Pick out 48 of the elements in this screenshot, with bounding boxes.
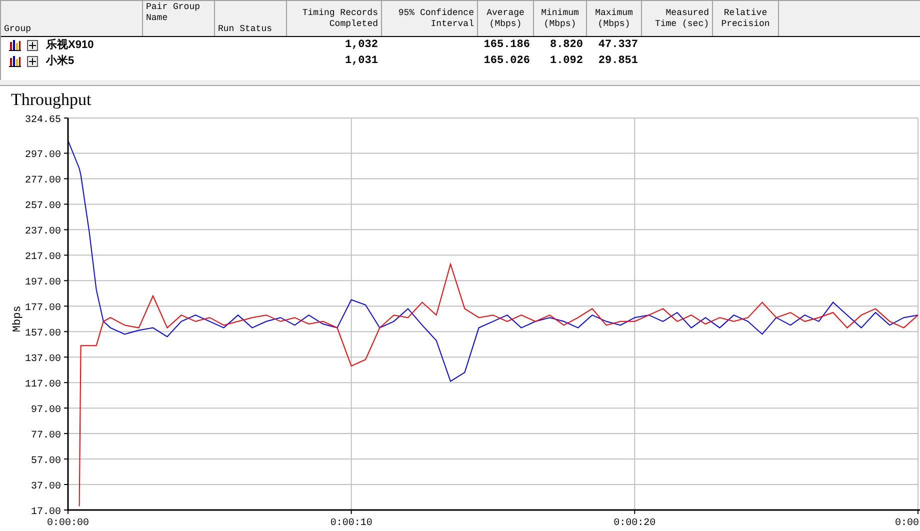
y-tick-label: 324.65	[24, 115, 61, 126]
group-name: 乐视X910	[46, 38, 94, 53]
table-cell: 47.337	[598, 38, 638, 51]
y-tick-label: 157.00	[24, 328, 61, 340]
column-header[interactable]: Measured Time (sec)	[642, 1, 713, 36]
group-name: 小米5	[46, 54, 74, 69]
y-tick-label: 37.00	[30, 482, 61, 493]
y-tick-label: 297.00	[24, 150, 61, 162]
chart-title: Throughput	[11, 90, 92, 109]
table-cell: 1.092	[550, 54, 583, 67]
x-tick-label: 0:00	[894, 518, 919, 529]
column-header[interactable]: Timing Records Completed	[287, 1, 382, 36]
y-tick-label: 57.00	[30, 456, 61, 468]
y-tick-label: 77.00	[30, 430, 61, 442]
x-tick-label: 0:00:20	[614, 518, 656, 529]
y-tick-label: 217.00	[24, 252, 61, 264]
table-cell: 165.026	[484, 54, 530, 67]
y-tick-label: 177.00	[24, 303, 61, 314]
bar-chart-icon	[9, 39, 21, 51]
x-tick-label: 0:00:10	[330, 518, 372, 529]
y-tick-label: 277.00	[24, 176, 61, 187]
y-tick-label: 257.00	[24, 201, 61, 212]
column-header[interactable]: 95% Confidence Interval	[382, 1, 478, 36]
plus-icon	[29, 58, 36, 64]
plus-icon	[29, 42, 36, 48]
y-tick-label: 17.00	[30, 507, 61, 518]
y-axis-label: Mbps	[12, 306, 24, 332]
bar-chart-icon	[9, 55, 21, 67]
column-header[interactable]: Run Status	[215, 1, 287, 36]
table-cell: 8.820	[550, 38, 583, 51]
y-tick-label: 117.00	[24, 380, 61, 391]
y-tick-label: 197.00	[24, 278, 61, 289]
column-header[interactable]: Minimum (Mbps)	[534, 1, 587, 36]
column-header[interactable]: Pair Group Name	[143, 1, 215, 36]
column-header[interactable]: Group	[1, 1, 143, 36]
table-cell: 1,031	[344, 54, 378, 67]
table-cell: 165.186	[484, 38, 530, 51]
table-cell: 1,032	[344, 38, 378, 51]
column-header[interactable]: Maximum (Mbps)	[587, 1, 642, 36]
table-cell: 29.851	[598, 54, 638, 67]
expand-toggle[interactable]	[27, 40, 38, 50]
x-tick-label: 0:00:00	[47, 518, 89, 529]
y-tick-label: 237.00	[24, 226, 61, 238]
column-header[interactable]: Relative Precision	[713, 1, 779, 36]
column-header[interactable]: Average (Mbps)	[478, 1, 534, 36]
expand-toggle[interactable]	[27, 56, 38, 66]
y-tick-label: 137.00	[24, 354, 61, 366]
y-tick-label: 97.00	[30, 405, 61, 416]
